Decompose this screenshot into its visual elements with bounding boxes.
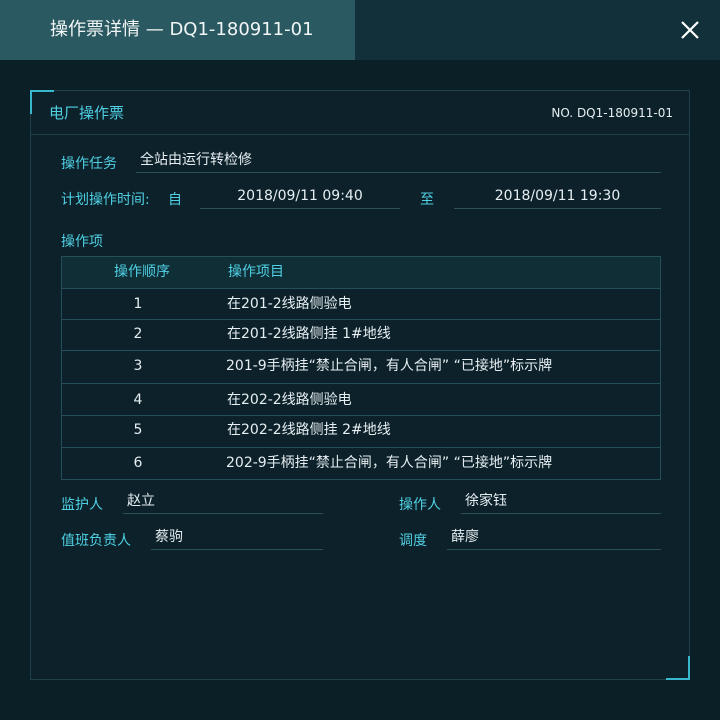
row-order: 2 [133,326,143,342]
row-order: 4 [133,392,143,408]
row-order: 1 [133,296,143,312]
task-label: 操作任务 [61,156,117,172]
table-row: 1 在201-2线路侧验电 [62,289,660,320]
window-title: 操作票详情 — DQ1-180911-01 [50,19,314,40]
row-order: 5 [133,422,143,438]
planned-time-label: 计划操作时间: [61,192,150,208]
row-item: 202-9手柄挂“禁止合闸，有人合闸” “已接地”标示牌 [226,455,553,471]
supervisor-label: 监护人 [61,497,103,513]
table-row: 5 在202-2线路侧挂 2#地线 [62,416,660,448]
task-field: 全站由运行转检修 [136,149,661,173]
row-item: 在201-2线路侧挂 1#地线 [227,326,391,342]
ticket-number: NO. DQ1-180911-01 [551,106,673,120]
title-bar: 操作票详情 — DQ1-180911-01 [0,0,720,60]
row-item: 201-9手柄挂“禁止合闸，有人合闸” “已接地”标示牌 [226,358,553,374]
duty-leader-field: 蔡驹 [151,526,323,550]
header-item: 操作项目 [228,264,284,280]
dispatch-label: 调度 [399,533,427,549]
start-time-field: 2018/09/11 09:40 [200,185,400,209]
operation-items-table: 操作顺序 操作项目 1 在201-2线路侧验电 2 在201-2线路侧挂 1#地… [61,256,661,480]
row-item: 在201-2线路侧验电 [227,296,352,312]
table-row: 4 在202-2线路侧验电 [62,384,660,416]
row-item: 在202-2线路侧挂 2#地线 [227,422,391,438]
duty-leader-label: 值班负责人 [61,533,131,549]
table-header: 操作顺序 操作项目 [62,257,660,289]
corner-decoration [666,656,690,680]
from-label: 自 [168,192,182,208]
row-order: 3 [133,358,143,374]
table-row: 2 在201-2线路侧挂 1#地线 [62,320,660,351]
row-order: 6 [133,455,143,471]
items-section-label: 操作项 [61,234,103,250]
ticket-panel: 电厂操作票 NO. DQ1-180911-01 操作任务 全站由运行转检修 计划… [30,90,690,680]
table-row: 3 201-9手柄挂“禁止合闸，有人合闸” “已接地”标示牌 [62,351,660,384]
dispatch-field: 薛廖 [447,526,661,550]
end-time-field: 2018/09/11 19:30 [454,185,661,209]
to-label: 至 [420,192,434,208]
header-order: 操作顺序 [114,264,170,280]
panel-header: 电厂操作票 NO. DQ1-180911-01 [31,91,689,135]
row-item: 在202-2线路侧验电 [227,392,352,408]
operator-field: 徐家钰 [461,490,661,514]
supervisor-field: 赵立 [123,490,323,514]
ticket-title: 电厂操作票 [49,104,125,122]
operator-label: 操作人 [399,497,441,513]
close-icon[interactable] [678,18,702,42]
table-row: 6 202-9手柄挂“禁止合闸，有人合闸” “已接地”标示牌 [62,448,660,479]
